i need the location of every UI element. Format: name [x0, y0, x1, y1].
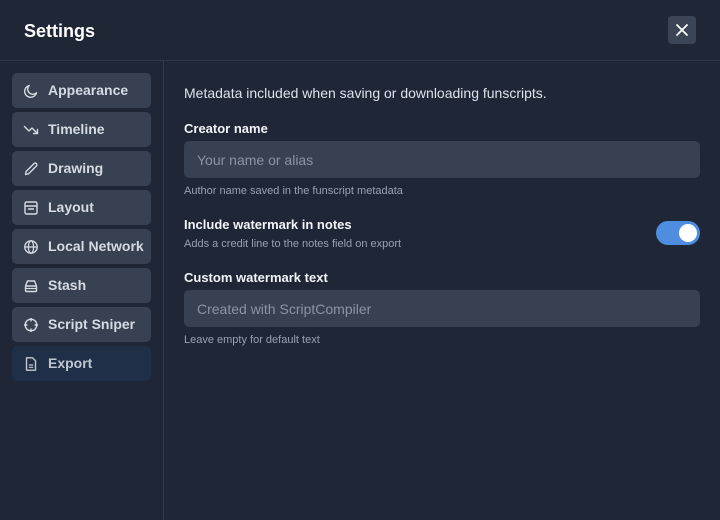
file-icon: [23, 356, 39, 372]
sidebar-item-export[interactable]: Export: [12, 346, 151, 381]
sidebar-item-label: Timeline: [48, 121, 105, 137]
dialog-title: Settings: [24, 21, 96, 41]
custom-watermark-hint: Leave empty for default text: [184, 334, 320, 346]
pencil-icon: [23, 161, 39, 177]
close-x-icon: [675, 23, 689, 37]
globe-icon: [23, 239, 39, 255]
watermark-toggle[interactable]: [656, 221, 700, 245]
sidebar-item-label: Appearance: [48, 82, 129, 98]
creator-name-hint: Author name saved in the funscript metad…: [184, 185, 403, 197]
custom-watermark-label: Custom watermark text: [184, 270, 328, 285]
section-description: Metadata included when saving or downloa…: [184, 85, 547, 101]
watermark-label: Include watermark in notes: [184, 217, 352, 232]
sidebar-item-label: Export: [48, 355, 93, 371]
toggle-knob: [679, 224, 697, 242]
custom-watermark-input[interactable]: [184, 290, 700, 327]
sidebar-item-script-sniper[interactable]: Script Sniper: [12, 307, 151, 342]
sidebar-item-stash[interactable]: Stash: [12, 268, 151, 303]
sidebar-item-label: Layout: [48, 199, 94, 215]
settings-sidebar: Appearance Timeline Drawing Layout Local…: [0, 61, 164, 520]
close-button[interactable]: [668, 16, 696, 44]
sidebar-item-label: Script Sniper: [48, 316, 136, 332]
creator-name-label: Creator name: [184, 121, 268, 136]
sidebar-item-timeline[interactable]: Timeline: [12, 112, 151, 147]
crosshair-icon: [23, 317, 39, 333]
sidebar-item-layout[interactable]: Layout: [12, 190, 151, 225]
moon-icon: [23, 83, 39, 99]
creator-name-input[interactable]: [184, 141, 700, 178]
sidebar-item-appearance[interactable]: Appearance: [12, 73, 151, 108]
stash-box-icon: [23, 278, 39, 294]
watermark-description: Adds a credit line to the notes field on…: [184, 238, 402, 250]
layout-icon: [23, 200, 39, 216]
dialog-header: Settings: [0, 0, 720, 61]
sidebar-item-local-network[interactable]: Local Network: [12, 229, 151, 264]
trend-down-icon: [23, 122, 39, 138]
sidebar-item-label: Stash: [48, 277, 87, 293]
settings-dialog: Settings Appearance Timeline Drawing Lay…: [0, 0, 720, 520]
sidebar-item-drawing[interactable]: Drawing: [12, 151, 151, 186]
sidebar-item-label: Drawing: [48, 160, 104, 176]
sidebar-item-label: Local Network: [48, 238, 144, 254]
